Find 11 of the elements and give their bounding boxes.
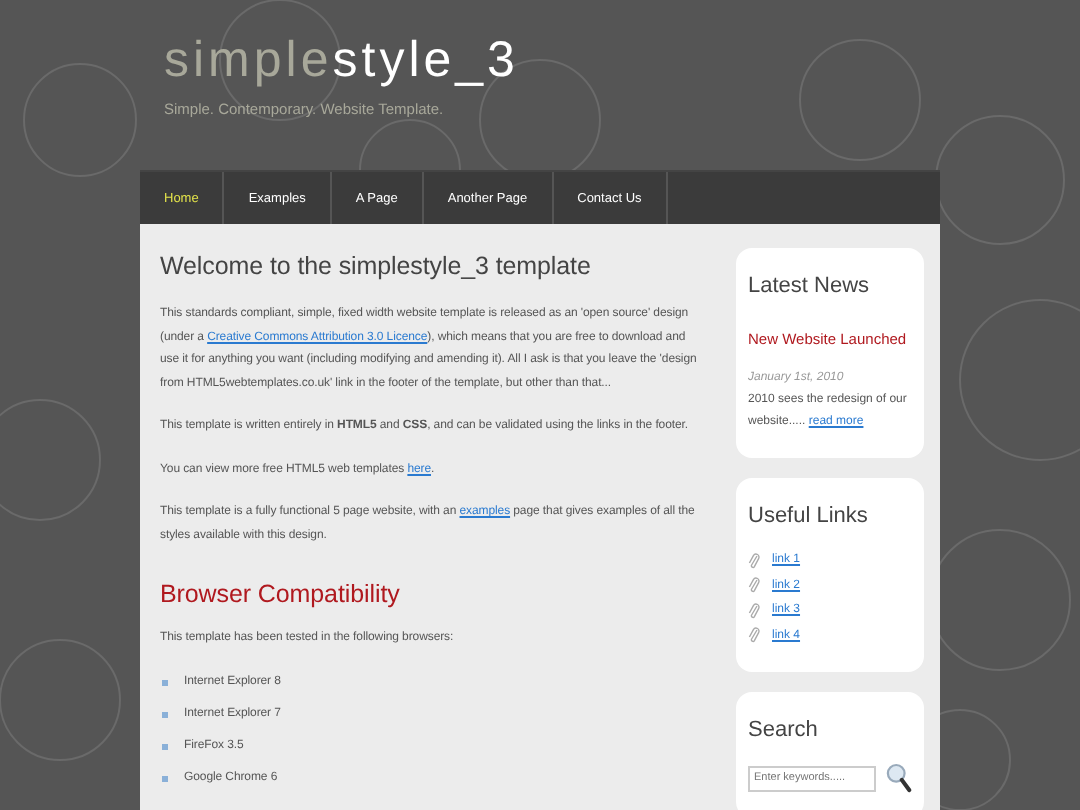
bullet-icon [162,743,168,750]
bullet-icon [162,679,168,686]
search-icon[interactable] [886,762,912,794]
card-title: Search [748,718,818,742]
bullet-icon [162,711,168,718]
section-heading: Browser Compatibility [160,578,402,612]
bullet-icon [162,775,168,782]
site-logo[interactable]: simplestyle_3 [164,32,519,88]
card-title: Useful Links [748,504,868,528]
page-heading: Welcome to the simplestyle_3 template [160,250,593,284]
card-title: Latest News [748,274,870,298]
